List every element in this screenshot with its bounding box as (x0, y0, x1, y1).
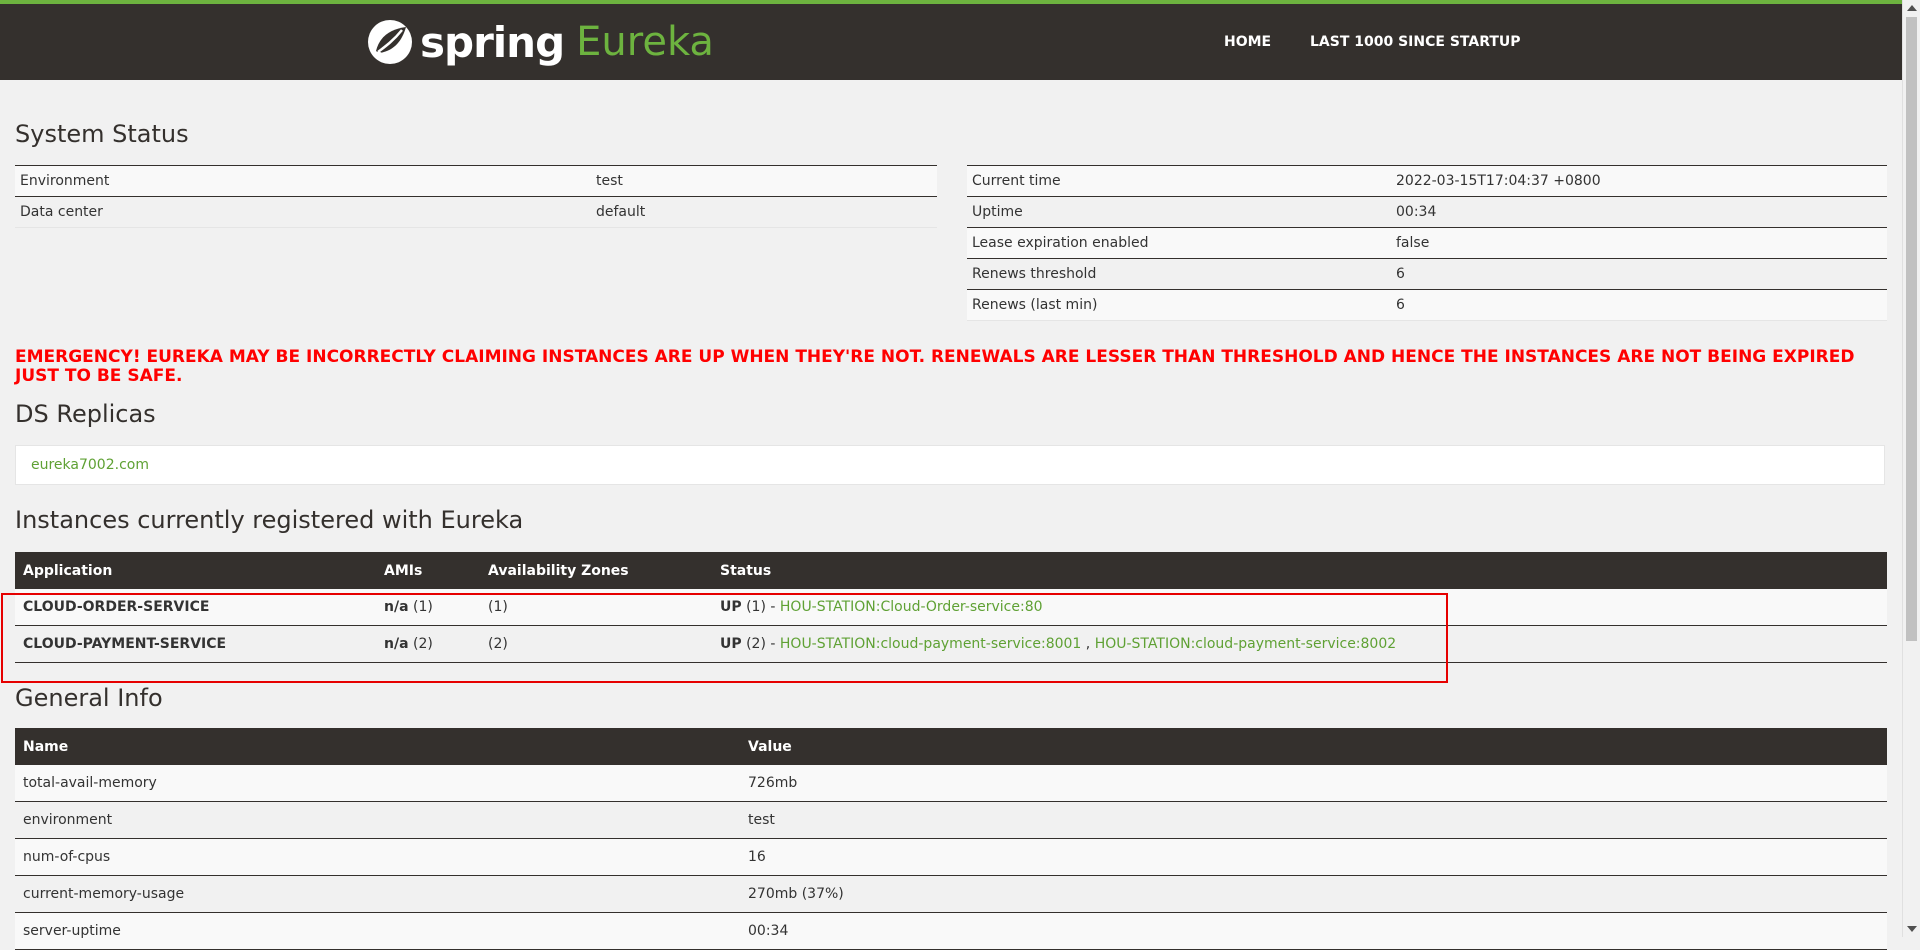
table-row: Data center default (15, 196, 937, 228)
status-name: Environment (15, 165, 591, 197)
status-name: Renews (last min) (967, 289, 1391, 321)
table-row: Lease expiration enabled false (967, 227, 1887, 259)
table-row: Environment test (15, 165, 937, 197)
table-row: Current time 2022-03-15T17:04:37 +0800 (967, 165, 1887, 197)
column-header-application: Application (15, 552, 376, 589)
table-row: num-of-cpus 16 (15, 838, 1887, 876)
info-name: total-avail-memory (15, 765, 740, 802)
info-value: 00:34 (740, 912, 1887, 950)
ds-replicas-panel: eureka7002.com (15, 445, 1885, 485)
column-header-status: Status (712, 552, 1887, 589)
nav-home-link[interactable]: HOME (1224, 34, 1271, 50)
spring-leaf-icon (368, 20, 412, 64)
navbar: spring Eureka HOME LAST 1000 SINCE START… (0, 4, 1902, 80)
info-value: test (740, 801, 1887, 839)
status-name: Uptime (967, 196, 1391, 228)
amis-count: (1) (412, 599, 433, 615)
info-name: environment (15, 801, 740, 839)
status-name: Current time (967, 165, 1391, 197)
status-value: 6 (1391, 258, 1887, 290)
status-up: UP (720, 599, 742, 615)
replica-link[interactable]: eureka7002.com (31, 457, 149, 473)
info-value: 726mb (740, 765, 1887, 802)
status-value: default (591, 196, 937, 228)
instance-link[interactable]: HOU-STATION:cloud-payment-service:8002 (1095, 636, 1396, 652)
general-info-title: General Info (15, 684, 163, 712)
status-count: (1) - (746, 599, 776, 615)
application-name: CLOUD-ORDER-SERVICE (23, 599, 210, 615)
table-row: Renews threshold 6 (967, 258, 1887, 290)
zones-value: (1) (480, 589, 712, 626)
table-row: total-avail-memory 726mb (15, 765, 1887, 802)
table-row: Uptime 00:34 (967, 196, 1887, 228)
table-row: CLOUD-PAYMENT-SERVICE n/a (2) (2) UP (2)… (15, 625, 1887, 663)
status-value: 6 (1391, 289, 1887, 321)
scroll-down-arrow-icon[interactable] (1907, 926, 1917, 932)
status-name: Lease expiration enabled (967, 227, 1391, 259)
amis-count: (2) (412, 636, 433, 652)
status-value: test (591, 165, 937, 197)
status-value: false (1391, 227, 1887, 259)
info-value: 270mb (37%) (740, 875, 1887, 913)
column-header-amis: AMIs (376, 552, 480, 589)
info-value: 16 (740, 838, 1887, 876)
instance-link[interactable]: HOU-STATION:cloud-payment-service:8001 (780, 636, 1081, 652)
info-name: num-of-cpus (15, 838, 740, 876)
scroll-up-arrow-icon[interactable] (1907, 5, 1917, 11)
column-header-name: Name (15, 728, 740, 765)
system-status-title: System Status (15, 120, 189, 148)
instances-table: Application AMIs Availability Zones Stat… (15, 552, 1887, 663)
zones-value: (2) (480, 625, 712, 663)
table-header-row: Name Value (15, 728, 1887, 765)
column-header-value: Value (740, 728, 1887, 765)
application-name: CLOUD-PAYMENT-SERVICE (23, 636, 227, 652)
system-status-right-table: Current time 2022-03-15T17:04:37 +0800 U… (967, 165, 1887, 321)
table-row: server-uptime 00:34 (15, 912, 1887, 950)
status-count: (2) - (746, 636, 776, 652)
table-header-row: Application AMIs Availability Zones Stat… (15, 552, 1887, 589)
brand-eureka-text: Eureka (576, 19, 714, 65)
instance-link[interactable]: HOU-STATION:Cloud-Order-service:80 (780, 599, 1043, 615)
column-header-zones: Availability Zones (480, 552, 712, 589)
nav-last-1000-link[interactable]: LAST 1000 SINCE STARTUP (1310, 34, 1521, 50)
instances-title: Instances currently registered with Eure… (15, 506, 524, 534)
scrollbar-thumb[interactable] (1906, 17, 1917, 641)
table-row: CLOUD-ORDER-SERVICE n/a (1) (1) UP (1) -… (15, 589, 1887, 626)
info-name: server-uptime (15, 912, 740, 950)
status-name: Data center (15, 196, 591, 228)
amis-value: n/a (384, 636, 409, 652)
amis-value: n/a (384, 599, 409, 615)
system-status-left-table: Environment test Data center default (15, 165, 937, 228)
emergency-warning: EMERGENCY! EUREKA MAY BE INCORRECTLY CLA… (15, 347, 1855, 386)
ds-replicas-title: DS Replicas (15, 400, 156, 428)
link-separator: , (1085, 636, 1091, 652)
brand-logo[interactable]: spring Eureka (366, 14, 714, 70)
general-info-table: Name Value total-avail-memory 726mb envi… (15, 728, 1887, 950)
brand-spring-text: spring (420, 17, 565, 67)
status-value: 2022-03-15T17:04:37 +0800 (1391, 165, 1887, 197)
table-row: environment test (15, 801, 1887, 839)
status-up: UP (720, 636, 742, 652)
table-row: current-memory-usage 270mb (37%) (15, 875, 1887, 913)
info-name: current-memory-usage (15, 875, 740, 913)
table-row: Renews (last min) 6 (967, 289, 1887, 321)
status-name: Renews threshold (967, 258, 1391, 290)
status-value: 00:34 (1391, 196, 1887, 228)
vertical-scrollbar[interactable] (1902, 0, 1920, 937)
